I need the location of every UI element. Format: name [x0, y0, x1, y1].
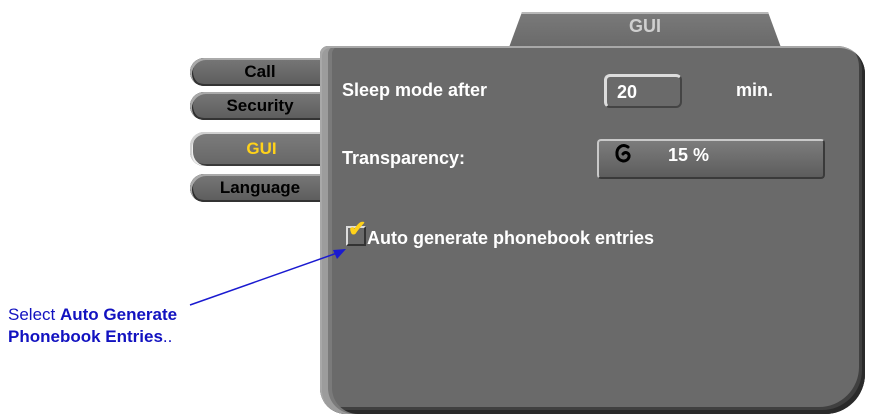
annotation-bold-line2: Phonebook Entries [8, 327, 163, 346]
annotation-text: Select Auto Generate Phonebook Entries.. [8, 305, 178, 346]
annotation-suffix: . [162, 327, 168, 346]
annotation-bold-line1: Auto Generate [59, 305, 178, 324]
annotation-prefix: Select [8, 305, 60, 324]
callout-arrow [189, 249, 346, 306]
